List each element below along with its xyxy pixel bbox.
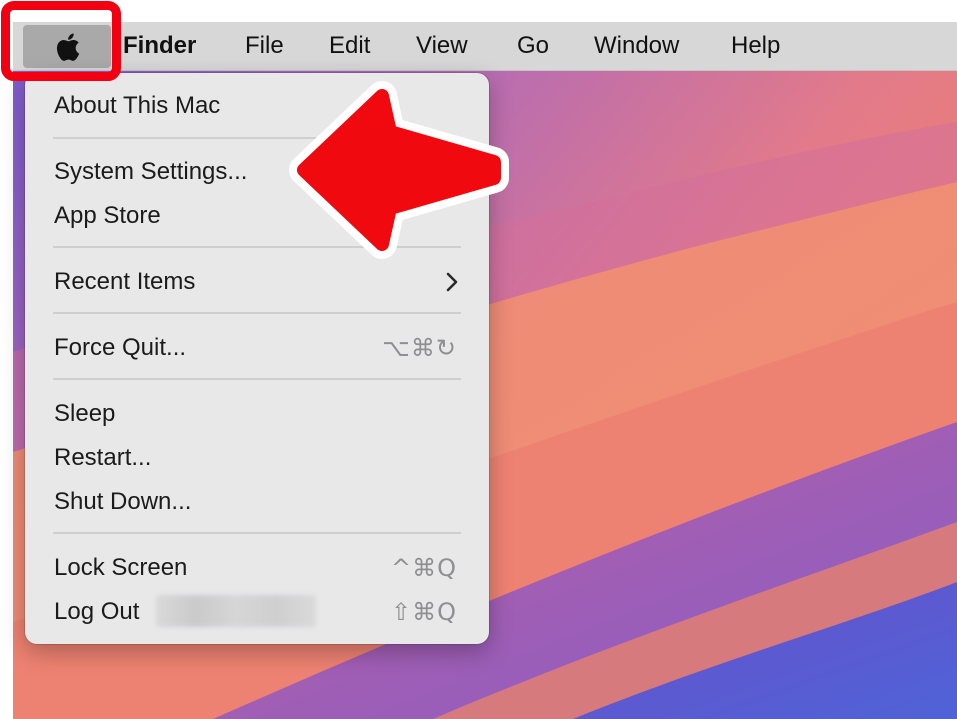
menu-item-sleep[interactable]: Sleep (54, 395, 115, 433)
apple-menu-highlight-annotation (1, 1, 121, 81)
menubar-item-view[interactable]: View (416, 32, 468, 60)
menu-bar: Finder File Edit View Go Window Help (13, 22, 957, 71)
force-quit-shortcut: ⌥⌘↻ (382, 334, 457, 362)
menu-item-log-out[interactable]: Log Out (54, 593, 139, 631)
menu-item-force-quit[interactable]: Force Quit... (54, 329, 186, 367)
menu-item-about-this-mac[interactable]: About This Mac (54, 87, 220, 125)
menubar-item-edit[interactable]: Edit (329, 32, 370, 60)
menu-item-lock-screen[interactable]: Lock Screen (54, 549, 187, 587)
chevron-right-icon (446, 272, 458, 292)
redacted-username (156, 595, 316, 627)
menubar-item-go[interactable]: Go (517, 32, 549, 60)
menu-separator (53, 378, 461, 380)
menu-separator (53, 532, 461, 534)
red-arrow-annotation (289, 81, 509, 259)
menu-item-restart[interactable]: Restart... (54, 439, 151, 477)
menu-item-system-settings[interactable]: System Settings... (54, 153, 247, 191)
menu-item-recent-items[interactable]: Recent Items (54, 263, 195, 301)
menu-item-shut-down[interactable]: Shut Down... (54, 483, 191, 521)
log-out-shortcut: ⇧⌘Q (391, 598, 457, 626)
menubar-item-file[interactable]: File (245, 32, 284, 60)
lock-screen-shortcut: ^⌘Q (391, 554, 457, 582)
menu-separator (53, 312, 461, 314)
menu-item-app-store[interactable]: App Store (54, 197, 161, 235)
menubar-item-finder[interactable]: Finder (123, 32, 196, 60)
menubar-item-help[interactable]: Help (731, 32, 780, 60)
menubar-item-window[interactable]: Window (594, 32, 679, 60)
